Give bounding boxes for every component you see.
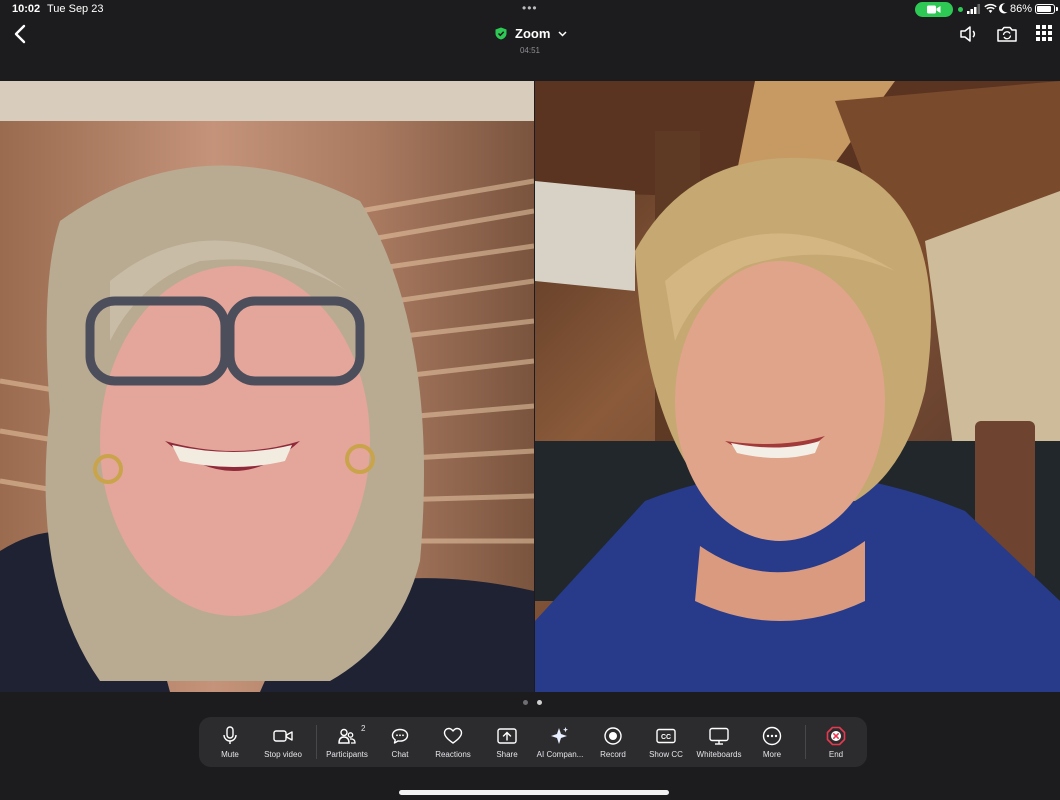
heart-icon xyxy=(443,727,463,744)
end-label: End xyxy=(828,750,844,759)
battery-cap xyxy=(1056,7,1058,11)
share-label: Share xyxy=(496,750,518,759)
chevron-down-icon xyxy=(558,30,567,37)
chat-button[interactable]: Chat xyxy=(385,717,415,767)
ai-companion-button[interactable]: AI Compan... xyxy=(535,717,585,767)
status-date: Tue Sep 23 xyxy=(47,3,104,15)
show-cc-button[interactable]: CC Show CC xyxy=(647,717,685,767)
show-cc-label: Show CC xyxy=(649,750,683,759)
mute-label: Mute xyxy=(221,750,239,759)
video-tile-participant-1[interactable] xyxy=(0,81,534,692)
video-camera-icon xyxy=(927,5,941,14)
speaker-icon xyxy=(960,26,976,42)
gallery-view-button[interactable] xyxy=(1035,24,1057,44)
chat-label: Chat xyxy=(391,750,409,759)
share-button[interactable]: Share xyxy=(491,717,523,767)
camera-in-use-indicator xyxy=(915,2,953,17)
toolbar-divider xyxy=(805,725,806,759)
record-label: Record xyxy=(600,750,626,759)
end-call-icon xyxy=(826,726,846,746)
participants-label: Participants xyxy=(326,750,368,759)
cellular-signal-icon xyxy=(967,4,980,14)
do-not-disturb-icon xyxy=(999,3,1008,14)
record-icon xyxy=(604,727,622,745)
ai-companion-label: AI Compan... xyxy=(536,750,584,759)
closed-caption-icon: CC xyxy=(656,728,676,744)
wifi-icon xyxy=(984,3,997,13)
reactions-label: Reactions xyxy=(435,750,471,759)
battery-icon xyxy=(1035,4,1055,14)
participants-count-badge: 2 xyxy=(361,724,366,733)
meeting-timer: 04:51 xyxy=(519,46,541,55)
participant-video-feed xyxy=(535,81,1060,692)
sparkle-icon xyxy=(551,727,568,744)
whiteboards-label: Whiteboards xyxy=(696,750,742,759)
stop-video-button[interactable]: Stop video xyxy=(259,717,307,767)
meeting-title: Zoom xyxy=(515,26,551,41)
svg-text:CC: CC xyxy=(661,734,671,741)
stop-video-label: Stop video xyxy=(264,750,302,759)
home-indicator[interactable] xyxy=(399,790,669,795)
audio-output-button[interactable] xyxy=(958,24,980,44)
participants-icon xyxy=(338,728,356,744)
end-button[interactable]: End xyxy=(823,717,849,767)
battery-percent: 86% xyxy=(1010,3,1033,15)
page-dot-active[interactable] xyxy=(537,700,542,705)
status-time: 10:02 xyxy=(12,3,41,15)
meeting-info-button[interactable]: Zoom xyxy=(495,26,567,41)
chevron-left-icon xyxy=(14,24,26,44)
reactions-button[interactable]: Reactions xyxy=(431,717,475,767)
grid-icon xyxy=(1036,25,1052,41)
battery-level xyxy=(1037,6,1051,12)
status-bar: 10:02 Tue Sep 23 ••• 86% xyxy=(0,0,1060,20)
switch-camera-icon xyxy=(997,26,1017,42)
mute-button[interactable]: Mute xyxy=(211,717,249,767)
back-button[interactable] xyxy=(10,23,32,45)
more-button[interactable]: More xyxy=(759,717,785,767)
video-camera-icon xyxy=(273,730,293,742)
switch-camera-button[interactable] xyxy=(996,24,1018,44)
whiteboard-icon xyxy=(709,727,729,745)
toolbar-divider xyxy=(316,725,317,759)
meeting-toolbar: Mute Stop video Participants 2 Chat Reac… xyxy=(199,717,867,767)
multitasking-dots-icon[interactable]: ••• xyxy=(522,1,538,15)
share-screen-icon xyxy=(497,728,517,744)
participant-video-feed xyxy=(0,81,534,692)
page-dot[interactable] xyxy=(523,700,528,705)
shield-check-icon xyxy=(495,27,507,40)
more-icon xyxy=(762,726,782,746)
video-tile-participant-2[interactable] xyxy=(535,81,1060,692)
record-button[interactable]: Record xyxy=(597,717,629,767)
chat-icon xyxy=(391,728,409,744)
more-label: More xyxy=(762,750,782,759)
page-indicator[interactable] xyxy=(523,700,542,705)
whiteboards-button[interactable]: Whiteboards xyxy=(693,717,745,767)
microphone-icon xyxy=(223,726,237,744)
privacy-dot xyxy=(958,7,963,12)
